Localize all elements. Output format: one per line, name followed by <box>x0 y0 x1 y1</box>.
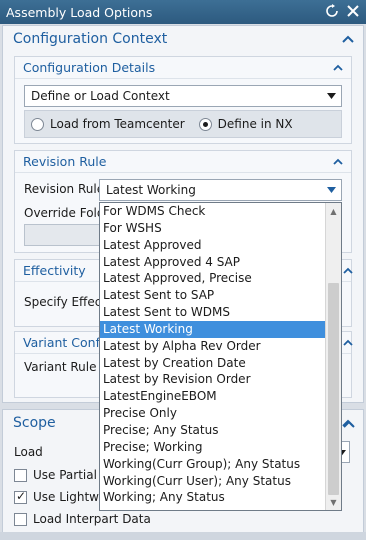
window-title: Assembly Load Options <box>6 4 153 20</box>
checkbox-label: Load Interpart Data <box>33 512 151 526</box>
scroll-down-arrow-icon[interactable]: ▼ <box>326 495 341 509</box>
dropdown-scrollbar[interactable]: ▲ ▼ <box>325 203 341 510</box>
collapse-chevron-icon[interactable] <box>341 32 355 46</box>
dropdown-option[interactable]: Latest Approved <box>100 237 326 254</box>
dropdown-option[interactable]: Latest by Revision Order <box>100 371 326 388</box>
configuration-context-title: Configuration Context <box>13 31 168 47</box>
close-icon[interactable] <box>344 2 362 20</box>
revision-rule-title: Revision Rule <box>23 154 107 169</box>
variant-rule-label: Variant Rule <box>24 360 97 374</box>
configuration-details-header[interactable]: Configuration Details <box>15 57 351 79</box>
radio-button-icon[interactable] <box>31 117 44 131</box>
radio-define-in-nx[interactable]: Define in NX <box>198 117 293 131</box>
scroll-up-arrow-icon[interactable]: ▲ <box>326 204 341 218</box>
dropdown-option[interactable]: Latest Approved, Precise <box>100 270 326 287</box>
dropdown-option[interactable]: Latest Sent to WDMS <box>100 304 326 321</box>
dropdown-option[interactable]: For WDMS Check <box>100 203 326 220</box>
checkbox-use-lightweight[interactable]: Use Lightwei <box>14 489 110 504</box>
scope-load-label: Load <box>14 445 43 459</box>
specify-effectivity-label: Specify Effecti <box>24 295 110 309</box>
dropdown-option[interactable]: Latest by Creation Date <box>100 355 326 372</box>
collapse-chevron-icon[interactable] <box>343 263 353 274</box>
dropdown-option[interactable]: Working; Any Status <box>100 489 326 506</box>
revision-rule-select[interactable]: Latest Working <box>99 179 342 201</box>
dropdown-items: For WDMS Check For WSHS Latest Approved Lat… <box>100 203 326 506</box>
load-source-radio-group: Load from Teamcenter Define in NX <box>24 110 342 138</box>
configuration-context-header[interactable]: Configuration Context <box>3 26 363 52</box>
radio-button-selected-icon[interactable] <box>198 117 212 131</box>
context-select-value: Define or Load Context <box>31 89 170 103</box>
collapse-chevron-icon[interactable] <box>331 61 345 75</box>
window-titlebar: Assembly Load Options <box>0 0 366 24</box>
checkbox-checked-icon[interactable] <box>14 489 27 504</box>
revision-rule-label: Revision Rule <box>24 182 105 196</box>
effectivity-title: Effectivity <box>23 263 86 278</box>
dropdown-option[interactable]: Working(Curr User); Any Status <box>100 473 326 490</box>
radio-label: Define in NX <box>217 117 293 131</box>
collapse-chevron-icon[interactable] <box>331 155 345 169</box>
dropdown-option[interactable]: Latest by Alpha Rev Order <box>100 338 326 355</box>
dropdown-arrow-icon[interactable] <box>325 90 337 102</box>
dropdown-arrow-icon[interactable] <box>325 184 337 196</box>
checkbox-icon[interactable] <box>14 468 27 482</box>
dropdown-option[interactable]: Latest Approved 4 SAP <box>100 254 326 271</box>
checkbox-load-interpart-data[interactable]: Load Interpart Data <box>14 512 151 526</box>
configuration-details-title: Configuration Details <box>23 60 156 75</box>
dropdown-option[interactable]: Latest Working <box>100 320 326 338</box>
checkbox-icon[interactable] <box>14 512 27 526</box>
dropdown-option[interactable]: Working(Curr Group); Any Status <box>100 456 326 473</box>
radio-label: Load from Teamcenter <box>50 117 185 131</box>
override-folder-field[interactable] <box>24 224 104 246</box>
collapse-chevron-icon[interactable] <box>343 417 355 428</box>
revision-rule-value: Latest Working <box>106 183 196 197</box>
revision-rule-dropdown-list: For WDMS Check For WSHS Latest Approved Lat… <box>99 202 342 511</box>
collapse-chevron-icon[interactable] <box>343 335 353 346</box>
scrollbar-thumb[interactable] <box>328 283 339 495</box>
dropdown-option[interactable]: For WSHS <box>100 220 326 237</box>
revision-rule-header[interactable]: Revision Rule <box>15 151 351 173</box>
radio-load-from-teamcenter[interactable]: Load from Teamcenter <box>31 117 185 131</box>
dropdown-option[interactable]: Latest Sent to SAP <box>100 287 326 304</box>
dropdown-option[interactable]: Precise; Any Status <box>100 422 326 439</box>
context-select[interactable]: Define or Load Context <box>24 85 342 107</box>
reset-icon[interactable] <box>323 2 341 20</box>
dropdown-option[interactable]: Precise Only <box>100 405 326 422</box>
bottom-bar <box>0 532 366 540</box>
scope-title: Scope <box>13 415 56 431</box>
dropdown-option[interactable]: LatestEngineEBOM <box>100 388 326 405</box>
dropdown-option[interactable]: Precise; Working <box>100 439 326 456</box>
